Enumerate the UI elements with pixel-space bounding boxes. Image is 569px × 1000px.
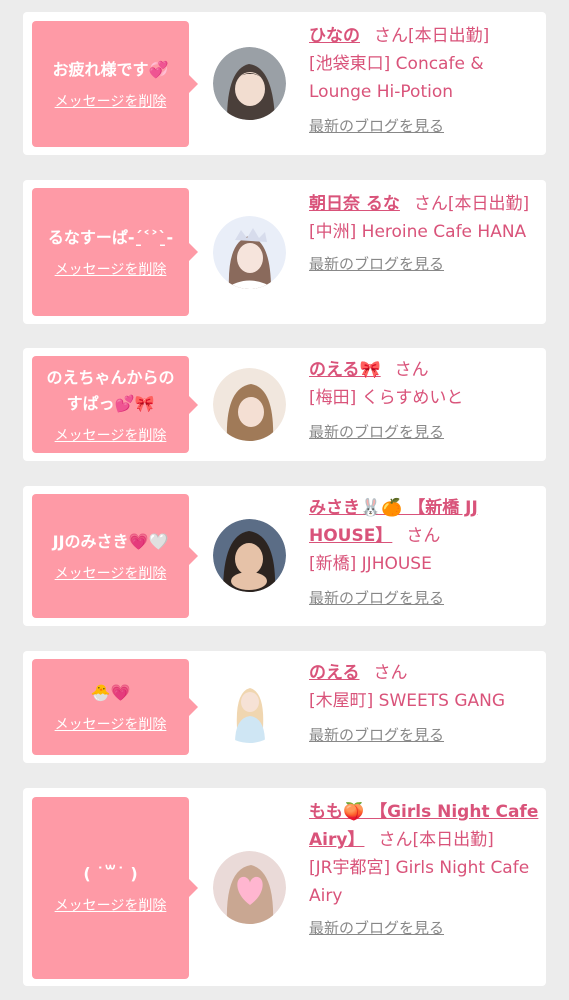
avatar[interactable] — [213, 47, 286, 120]
delete-message-link[interactable]: メッセージを削除 — [55, 91, 167, 111]
message-bubble: お疲れ様です💞 メッセージを削除 — [32, 21, 198, 147]
cast-name-link[interactable]: ひなの — [309, 26, 360, 46]
san-label: さん — [394, 360, 429, 380]
shop-location: [新橋] JJHOUSE — [309, 554, 432, 574]
message-text: 🐣💗 — [90, 683, 131, 702]
san-label: さん — [406, 526, 441, 546]
shop-location: [木屋町] SWEETS GANG — [309, 691, 506, 711]
delete-message-link[interactable]: メッセージを削除 — [55, 895, 167, 915]
message-list: お疲れ様です💞 メッセージを削除 ひなの さん[本日出勤] [池袋東口] Conc… — [0, 0, 569, 1000]
avatar[interactable] — [213, 670, 286, 743]
cast-name-link[interactable]: のえる — [309, 663, 360, 683]
message-card: のえちゃんからのすぱっ💕🎀 メッセージを削除 のえる🎀 さん [梅田] くらすめい… — [23, 348, 546, 461]
message-card: 🐣💗 メッセージを削除 のえる さん [木屋町] SWEETS GANG 最新のブ… — [23, 651, 546, 763]
latest-blog-link[interactable]: 最新のブログを見る — [309, 584, 444, 612]
shop-location: [池袋東口] Concafe & Lounge Hi-Potion — [309, 54, 484, 102]
delete-message-link[interactable]: メッセージを削除 — [55, 563, 167, 583]
message-text: ( ˙꒳˙ ) — [83, 864, 138, 883]
work-status: [本日出勤] — [408, 26, 490, 46]
san-label: さん — [374, 26, 408, 46]
delete-message-link[interactable]: メッセージを削除 — [55, 259, 167, 279]
message-text: るなすーぱ-ˊ̱˂˃ˋ̱- — [47, 228, 174, 247]
delete-message-link[interactable]: メッセージを削除 — [55, 714, 167, 734]
message-bubble: のえちゃんからのすぱっ💕🎀 メッセージを削除 — [32, 356, 198, 453]
message-text: お疲れ様です💞 — [52, 60, 169, 79]
work-status: [本日出勤] — [447, 194, 530, 214]
avatar[interactable] — [213, 851, 286, 924]
delete-message-link[interactable]: メッセージを削除 — [55, 425, 167, 445]
message-card: ( ˙꒳˙ ) メッセージを削除 もも🍑 【Girls Night Cafe A… — [23, 788, 546, 986]
cast-info: ひなの さん[本日出勤] [池袋東口] Concafe & Lounge Hi-P… — [309, 22, 541, 140]
message-bubble: るなすーぱ-ˊ̱˂˃ˋ̱- メッセージを削除 — [32, 188, 198, 316]
message-text: JJのみさき💗🤍 — [52, 532, 169, 551]
latest-blog-link[interactable]: 最新のブログを見る — [309, 112, 444, 140]
avatar[interactable] — [213, 368, 286, 441]
work-status: [本日出勤] — [412, 830, 494, 850]
latest-blog-link[interactable]: 最新のブログを見る — [309, 250, 444, 278]
latest-blog-link[interactable]: 最新のブログを見る — [309, 721, 444, 749]
cast-info: のえる🎀 さん [梅田] くらすめいと 最新のブログを見る — [309, 356, 541, 446]
san-label: さん — [378, 830, 413, 850]
latest-blog-link[interactable]: 最新のブログを見る — [309, 418, 444, 446]
shop-location: [中洲] Heroine Cafe HANA — [309, 222, 527, 242]
avatar[interactable] — [213, 216, 286, 289]
message-text: のえちゃんからのすぱっ💕🎀 — [46, 367, 175, 413]
message-bubble: 🐣💗 メッセージを削除 — [32, 659, 198, 755]
san-label: さん — [373, 663, 408, 683]
cast-name-link[interactable]: みさき🐰🍊 【新橋 JJ HOUSE】 — [309, 498, 478, 546]
avatar[interactable] — [213, 519, 286, 592]
cast-info: 朝日奈 るな さん[本日出勤] [中洲] Heroine Cafe HANA 最新… — [309, 190, 541, 278]
message-bubble: JJのみさき💗🤍 メッセージを削除 — [32, 494, 198, 618]
message-card: JJのみさき💗🤍 メッセージを削除 みさき🐰🍊 【新橋 JJ HOUSE】 さん … — [23, 486, 546, 626]
cast-info: もも🍑 【Girls Night Cafe Airy】 さん[本日出勤] [JR宇… — [309, 798, 541, 942]
shop-location: [JR宇都宮] Girls Night Cafe Airy — [309, 858, 530, 906]
latest-blog-link[interactable]: 最新のブログを見る — [309, 914, 444, 942]
message-bubble: ( ˙꒳˙ ) メッセージを削除 — [32, 797, 198, 979]
cast-name-link[interactable]: のえる🎀 — [309, 360, 381, 380]
cast-info: のえる さん [木屋町] SWEETS GANG 最新のブログを見る — [309, 659, 541, 749]
san-label: さん — [413, 194, 448, 214]
cast-name-link[interactable]: 朝日奈 るな — [309, 194, 400, 214]
cast-info: みさき🐰🍊 【新橋 JJ HOUSE】 さん [新橋] JJHOUSE 最新のブロ… — [309, 494, 541, 612]
message-card: お疲れ様です💞 メッセージを削除 ひなの さん[本日出勤] [池袋東口] Conc… — [23, 12, 546, 155]
shop-location: [梅田] くらすめいと — [309, 388, 464, 408]
message-card: るなすーぱ-ˊ̱˂˃ˋ̱- メッセージを削除 朝日奈 るな さん[本日出勤] [中… — [23, 180, 546, 324]
